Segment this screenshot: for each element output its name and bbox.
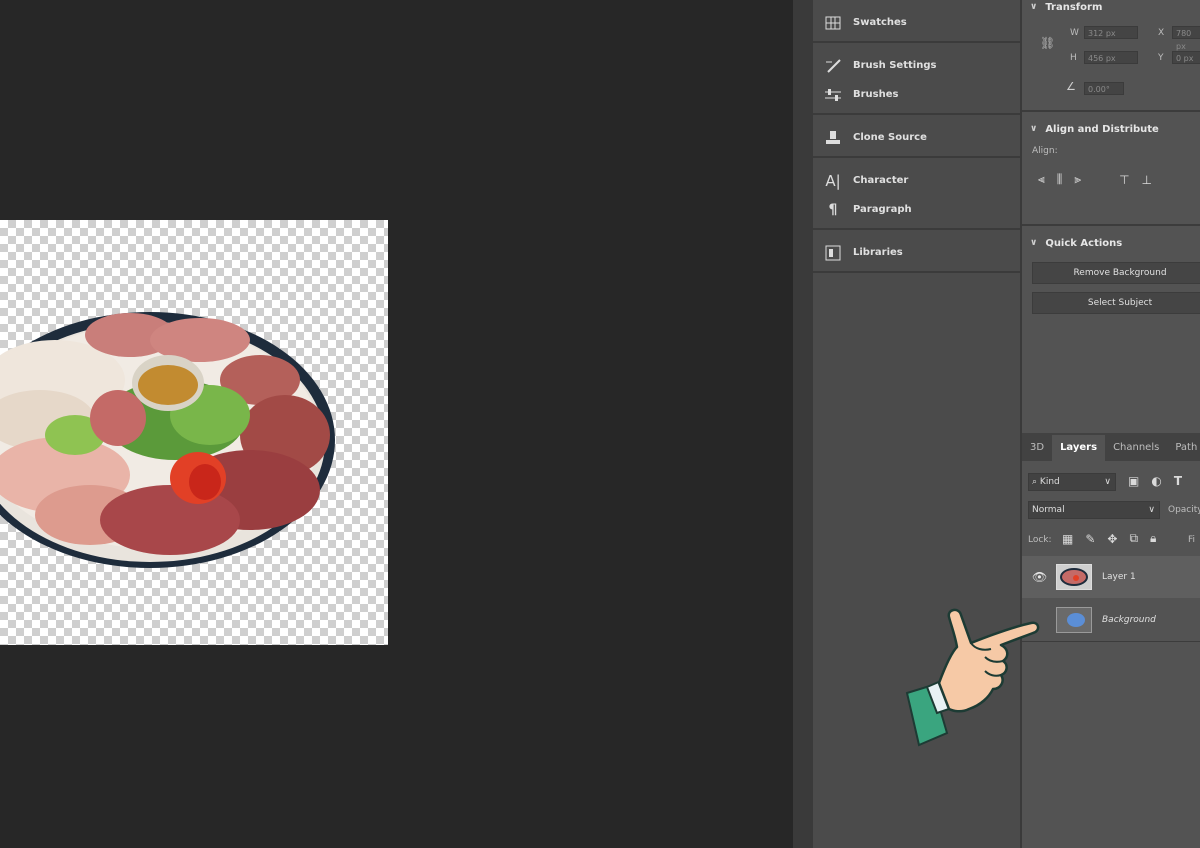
chevron-down-icon: ∨: [1030, 124, 1038, 134]
dock-item-brushes[interactable]: Brushes: [813, 80, 1020, 109]
dock-item-label: Swatches: [853, 17, 907, 28]
layer-thumbnail: [1056, 607, 1092, 633]
y-field[interactable]: 0 px: [1172, 51, 1200, 64]
dock-item-clone-source[interactable]: Clone Source: [813, 123, 1020, 152]
dock-item-character[interactable]: A| Character: [813, 166, 1020, 195]
document-canvas[interactable]: [0, 220, 388, 645]
layer-name: Background: [1102, 615, 1156, 625]
quick-actions-header[interactable]: ∨ Quick Actions: [1022, 236, 1122, 250]
pilcrow-icon: ¶: [828, 201, 838, 218]
type-char-icon: A|: [825, 171, 841, 190]
chevron-down-icon: ∨: [1148, 505, 1155, 515]
align-right-icon[interactable]: ⫸: [1074, 172, 1081, 187]
eye-icon[interactable]: 👁︎: [1032, 570, 1047, 584]
layer-thumbnail: [1056, 564, 1092, 590]
align-top-icon[interactable]: ⊤: [1119, 173, 1129, 187]
meat-platter-image: [0, 312, 335, 568]
image-filter-icon[interactable]: ▣: [1128, 474, 1139, 488]
chevron-down-icon: ∨: [1030, 2, 1038, 12]
lock-all-icon[interactable]: 🔒︎: [1150, 531, 1156, 546]
dock-item-label: Libraries: [853, 247, 903, 258]
align-sub-label: Align:: [1032, 146, 1058, 156]
h-label: H: [1070, 53, 1077, 63]
layer-name: Layer 1: [1102, 572, 1136, 582]
align-left-icon[interactable]: ⫷: [1038, 172, 1045, 187]
sliders-icon: [823, 85, 843, 105]
select-subject-button[interactable]: Select Subject: [1032, 292, 1200, 314]
lock-paint-icon[interactable]: ✎: [1085, 532, 1095, 546]
adjustment-filter-icon[interactable]: ◐: [1151, 474, 1161, 488]
dock-item-paragraph[interactable]: ¶ Paragraph: [813, 195, 1020, 224]
align-title: Align and Distribute: [1045, 123, 1159, 135]
quick-actions-title: Quick Actions: [1045, 237, 1123, 249]
library-icon: [823, 243, 843, 263]
grid-icon: [823, 13, 843, 33]
dock-item-label: Character: [853, 175, 909, 186]
chevron-down-icon: ∨: [1104, 477, 1111, 487]
blend-mode-select[interactable]: Normal ∨: [1028, 501, 1160, 519]
dock-item-label: Clone Source: [853, 132, 927, 143]
dock-item-label: Brush Settings: [853, 60, 937, 71]
tab-3d[interactable]: 3D: [1022, 435, 1052, 461]
transform-title: Transform: [1045, 1, 1103, 13]
dock-item-brush-settings[interactable]: Brush Settings: [813, 51, 1020, 80]
lock-transparent-icon[interactable]: ▦: [1062, 532, 1073, 546]
align-vcenter-icon[interactable]: ⊥: [1142, 173, 1152, 187]
align-header[interactable]: ∨ Align and Distribute: [1022, 122, 1159, 136]
opacity-label: Opacity: [1168, 505, 1200, 515]
lock-artboard-icon[interactable]: ⧉: [1129, 531, 1138, 546]
panel-tabs: 3D Layers Channels Path: [1022, 433, 1200, 461]
x-label: X: [1158, 28, 1165, 38]
chevron-down-icon: ∨: [1030, 238, 1038, 248]
transform-header[interactable]: ∨ Transform: [1022, 0, 1102, 14]
kind-filter-value: Kind: [1039, 477, 1060, 487]
layer-row-background[interactable]: Background: [1022, 599, 1200, 641]
link-icon[interactable]: ⛓: [1040, 36, 1055, 50]
lock-position-icon[interactable]: ✥: [1107, 532, 1117, 546]
tab-paths[interactable]: Path: [1167, 435, 1200, 461]
angle-icon: ∠: [1066, 80, 1076, 93]
align-hcenter-icon[interactable]: ⫼: [1057, 172, 1063, 187]
angle-field[interactable]: 0.00°: [1084, 82, 1124, 95]
x-field[interactable]: 780 px: [1172, 26, 1200, 51]
dock-item-label: Brushes: [853, 89, 899, 100]
brush-settings-icon: [823, 56, 843, 76]
kind-filter-select[interactable]: ⌕ Kind ∨: [1028, 473, 1116, 491]
fill-label: Fi: [1188, 535, 1196, 545]
remove-background-button[interactable]: Remove Background: [1032, 262, 1200, 284]
dock-item-label: Paragraph: [853, 204, 912, 215]
y-label: Y: [1158, 53, 1164, 63]
pointing-hand-icon: [905, 608, 1040, 747]
search-icon: ⌕: [1032, 477, 1038, 487]
width-field[interactable]: 312 px: [1084, 26, 1138, 39]
stamp-icon: [823, 128, 843, 148]
type-filter-icon[interactable]: T: [1174, 474, 1182, 488]
dock-item-libraries[interactable]: Libraries: [813, 238, 1020, 267]
properties-panel: ∨ Transform ⛓ W 312 px X 780 px H 456 px…: [1022, 0, 1200, 848]
lock-label: Lock:: [1028, 535, 1052, 545]
dock-item-swatches[interactable]: Swatches: [813, 8, 1020, 37]
height-field[interactable]: 456 px: [1084, 51, 1138, 64]
blend-mode-value: Normal: [1032, 505, 1065, 515]
panel-collapse-strip[interactable]: [793, 0, 814, 848]
tab-channels[interactable]: Channels: [1105, 435, 1167, 461]
tab-layers[interactable]: Layers: [1052, 435, 1106, 461]
layer-row-layer1[interactable]: 👁︎ Layer 1: [1022, 556, 1200, 598]
w-label: W: [1070, 28, 1079, 38]
canvas-area[interactable]: [0, 0, 793, 848]
